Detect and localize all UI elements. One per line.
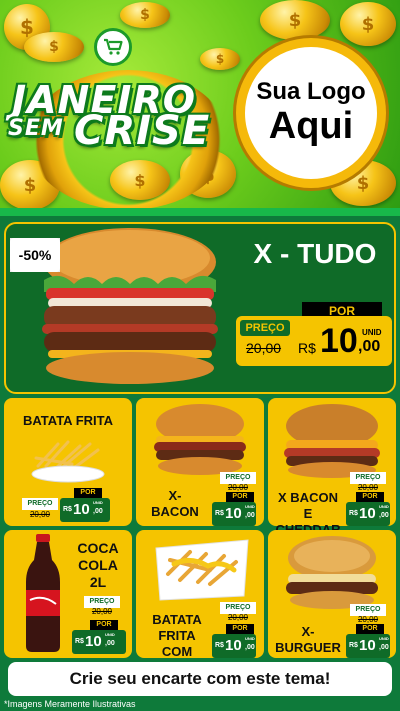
burger-image <box>286 536 378 609</box>
currency-symbol: R$ <box>75 638 84 645</box>
coin-icon <box>200 48 240 70</box>
product-name: COCA COLA 2L <box>77 540 119 590</box>
price-badge: R$ 10 ,00 UNID <box>346 634 390 658</box>
coin-icon <box>260 0 330 40</box>
unit-label: UNID <box>379 504 389 509</box>
logo-text-line1: Sua Logo <box>256 78 366 105</box>
price-badge: R$ 10 ,00 UNID <box>212 502 256 526</box>
price-cents: ,00 <box>379 644 389 651</box>
price-badge: R$ 10 ,00 UNID <box>60 498 110 522</box>
product-name: BATATA FRITA <box>22 413 113 428</box>
featured-product-name: X - TUDO <box>253 238 377 269</box>
price-integer: 10 <box>225 637 242 654</box>
headline-sem: SEM <box>8 116 64 141</box>
coin-icon <box>340 2 396 46</box>
price-cents: ,00 <box>93 508 103 515</box>
burger-image <box>42 228 218 384</box>
price-cents: ,00 <box>245 644 255 651</box>
por-label: POR <box>74 488 102 498</box>
unit-label: UNID <box>245 636 255 641</box>
logo-placeholder: Sua Logo Aqui <box>236 38 386 188</box>
price-integer: 10 <box>320 322 358 360</box>
currency-symbol: R$ <box>349 642 358 649</box>
cta-banner[interactable]: Crie seu encarte com este tema! <box>8 662 392 696</box>
currency-symbol: R$ <box>215 510 224 517</box>
fries-cheddar-image <box>155 539 249 601</box>
price-badge: R$ 10 ,00 UNID <box>212 634 256 658</box>
por-label: POR <box>226 624 254 634</box>
burger-bacon-image <box>154 404 246 475</box>
unit-label: UNID <box>379 636 389 641</box>
product-name: X-BURGUER <box>275 624 341 655</box>
coin-icon <box>120 2 170 28</box>
currency-symbol: R$ <box>215 642 224 649</box>
price-cents: ,00 <box>358 338 381 355</box>
price-integer: 10 <box>225 505 242 522</box>
disclaimer-text: *Imagens Meramente Ilustrativas <box>4 699 136 709</box>
por-label: POR <box>226 492 254 502</box>
old-price: 20,00 <box>29 510 51 519</box>
headline-crise: CRISE <box>74 108 211 154</box>
currency-symbol: R$ <box>63 506 72 513</box>
logo-text-line2: Aqui <box>268 105 354 147</box>
discount-badge: -50% <box>10 238 60 272</box>
price-integer: 10 <box>359 505 376 522</box>
unit-label: UNID <box>93 500 103 505</box>
price-cents: ,00 <box>245 512 255 519</box>
price-badge: R$ 10 ,00 UNID <box>72 630 126 654</box>
price-integer: 10 <box>359 637 376 654</box>
price-badge: R$ 10 ,00 UNID <box>346 502 390 526</box>
soda-bottle-image <box>26 534 60 652</box>
por-label: POR <box>356 492 384 502</box>
header-divider <box>0 208 400 216</box>
por-label: POR <box>90 620 118 630</box>
fries-image <box>31 440 105 483</box>
price-cents: ,00 <box>379 512 389 519</box>
por-label: POR <box>356 624 384 634</box>
price-integer: 10 <box>85 633 102 650</box>
currency-symbol: R$ <box>349 510 358 517</box>
old-price: 20,00 <box>227 613 249 622</box>
price-cents: ,00 <box>105 640 115 647</box>
header-banner: JANEIRO SEM CRISE Sua Logo Aqui <box>0 0 400 210</box>
price-integer: 10 <box>73 501 90 518</box>
unit-label: UNID <box>245 504 255 509</box>
unit-label: UNID <box>105 632 115 637</box>
burger-cheddar-image <box>284 404 380 478</box>
product-name: X-BACON <box>151 488 199 519</box>
currency-symbol: R$ <box>298 340 316 356</box>
old-price: 20,00 <box>91 607 113 616</box>
coin-icon <box>24 32 84 62</box>
old-price: 20,00 <box>246 340 282 356</box>
preco-label: PREÇO <box>240 320 290 336</box>
preco-label: PREÇO <box>22 498 58 510</box>
shopping-cart-icon <box>94 28 132 66</box>
unit-label: UNID <box>362 328 382 337</box>
